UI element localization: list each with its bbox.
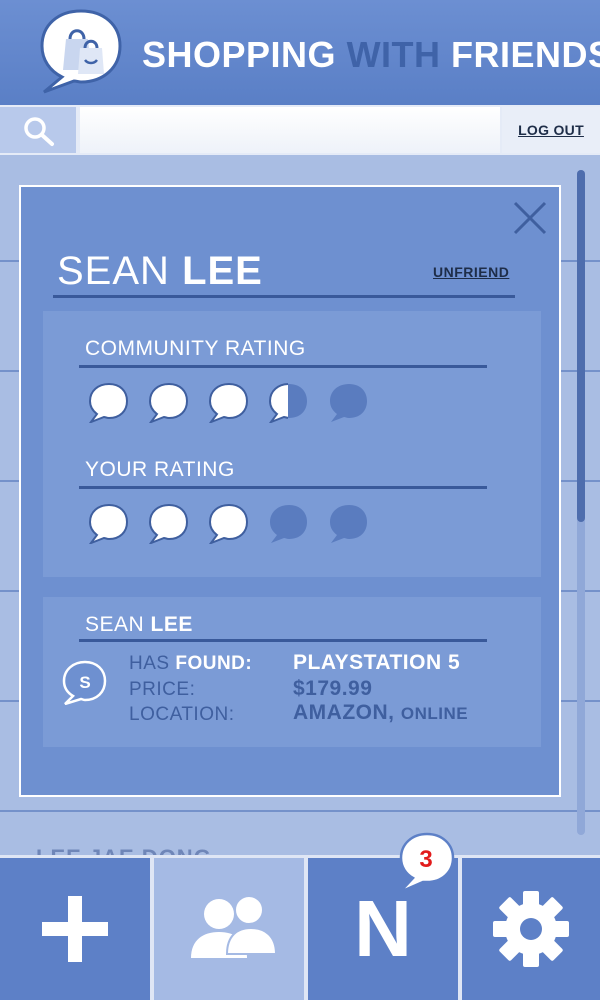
your-rating-bubble-icon[interactable]	[327, 502, 369, 544]
gear-icon	[493, 891, 569, 967]
found-by-last-name: LEE	[150, 613, 193, 636]
has-label: HAS	[129, 653, 170, 674]
scrollbar-thumb[interactable]	[577, 170, 585, 522]
found-by-first-name: SEAN	[85, 613, 145, 636]
list-divider	[0, 810, 600, 812]
nav-settings-button[interactable]	[462, 858, 600, 1000]
community-rating-label: COMMUNITY RATING	[85, 337, 306, 360]
friend-name: SEAN LEE	[57, 249, 263, 294]
app-title-part3: FRIENDS	[451, 34, 600, 75]
plus-icon	[42, 896, 108, 962]
found-divider	[79, 639, 487, 642]
community-rating-bubble-icon	[208, 382, 249, 423]
community-rating-bubble-icon	[88, 382, 129, 423]
your-rating-bubbles[interactable]	[87, 502, 369, 544]
found-item-panel: SEAN LEE S HAS FOUND: PRICE: LOCATION: P…	[43, 597, 541, 747]
community-rating-bubble-icon	[268, 383, 307, 423]
your-rating-bubble-icon[interactable]	[207, 502, 249, 544]
search-bar: LOG OUT	[0, 105, 600, 155]
notification-badge[interactable]: 3	[398, 832, 456, 894]
app-title-part1: SHOPPING	[142, 34, 337, 75]
community-rating-divider	[79, 365, 487, 368]
search-icon	[24, 117, 54, 146]
friend-last-name: LEE	[182, 249, 263, 293]
your-rating-divider	[79, 486, 487, 489]
shopping-bag-speech-bubble-icon	[40, 9, 122, 94]
avatar: S	[62, 660, 107, 705]
found-item-location: AMAZON, ONLINE	[293, 701, 468, 725]
friend-profile-modal: SEAN LEE UNFRIEND COMMUNITY RATING YOUR …	[19, 185, 561, 797]
friends-icon	[191, 895, 278, 958]
nav-friends-button[interactable]	[154, 858, 304, 1000]
your-rating-bubble-icon[interactable]	[87, 502, 129, 544]
rating-panel: COMMUNITY RATING YOUR RATING	[43, 311, 541, 577]
close-icon[interactable]	[511, 199, 549, 237]
list-item-name[interactable]: LEE JAE DONG	[36, 845, 212, 855]
location-label: LOCATION:	[129, 704, 235, 725]
community-rating-bubbles	[87, 381, 369, 423]
found-by-name: SEAN LEE	[85, 613, 193, 637]
app-title: SHOPPING WITH FRIENDS	[142, 34, 600, 76]
bottom-nav: N	[0, 855, 600, 1000]
your-rating-bubble-icon[interactable]	[147, 502, 189, 544]
community-rating-bubble-icon	[148, 382, 189, 423]
found-item-name[interactable]: PLAYSTATION 5	[293, 651, 460, 675]
your-rating-bubble-icon[interactable]	[267, 502, 309, 544]
name-divider	[53, 295, 515, 298]
notifications-icon: N	[354, 884, 412, 973]
your-rating-label: YOUR RATING	[85, 458, 235, 481]
found-label: FOUND:	[175, 653, 253, 674]
search-button[interactable]	[0, 107, 76, 153]
unfriend-link[interactable]: UNFRIEND	[433, 264, 509, 280]
location-type: ONLINE	[400, 704, 469, 723]
friend-first-name: SEAN	[57, 249, 170, 293]
app-header: SHOPPING WITH FRIENDS	[0, 0, 600, 105]
nav-add-button[interactable]	[0, 858, 150, 1000]
has-found-label: HAS FOUND:	[129, 653, 252, 675]
app-title-part2: WITH	[346, 34, 441, 75]
notification-count: 3	[419, 846, 433, 873]
community-rating-bubble-icon	[330, 384, 367, 422]
found-item-price: $179.99	[293, 677, 373, 700]
logout-button[interactable]: LOG OUT	[502, 107, 600, 153]
search-input[interactable]	[80, 107, 500, 153]
price-label: PRICE:	[129, 679, 196, 700]
avatar-letter: S	[79, 673, 90, 692]
location-store: AMAZON,	[293, 701, 395, 724]
